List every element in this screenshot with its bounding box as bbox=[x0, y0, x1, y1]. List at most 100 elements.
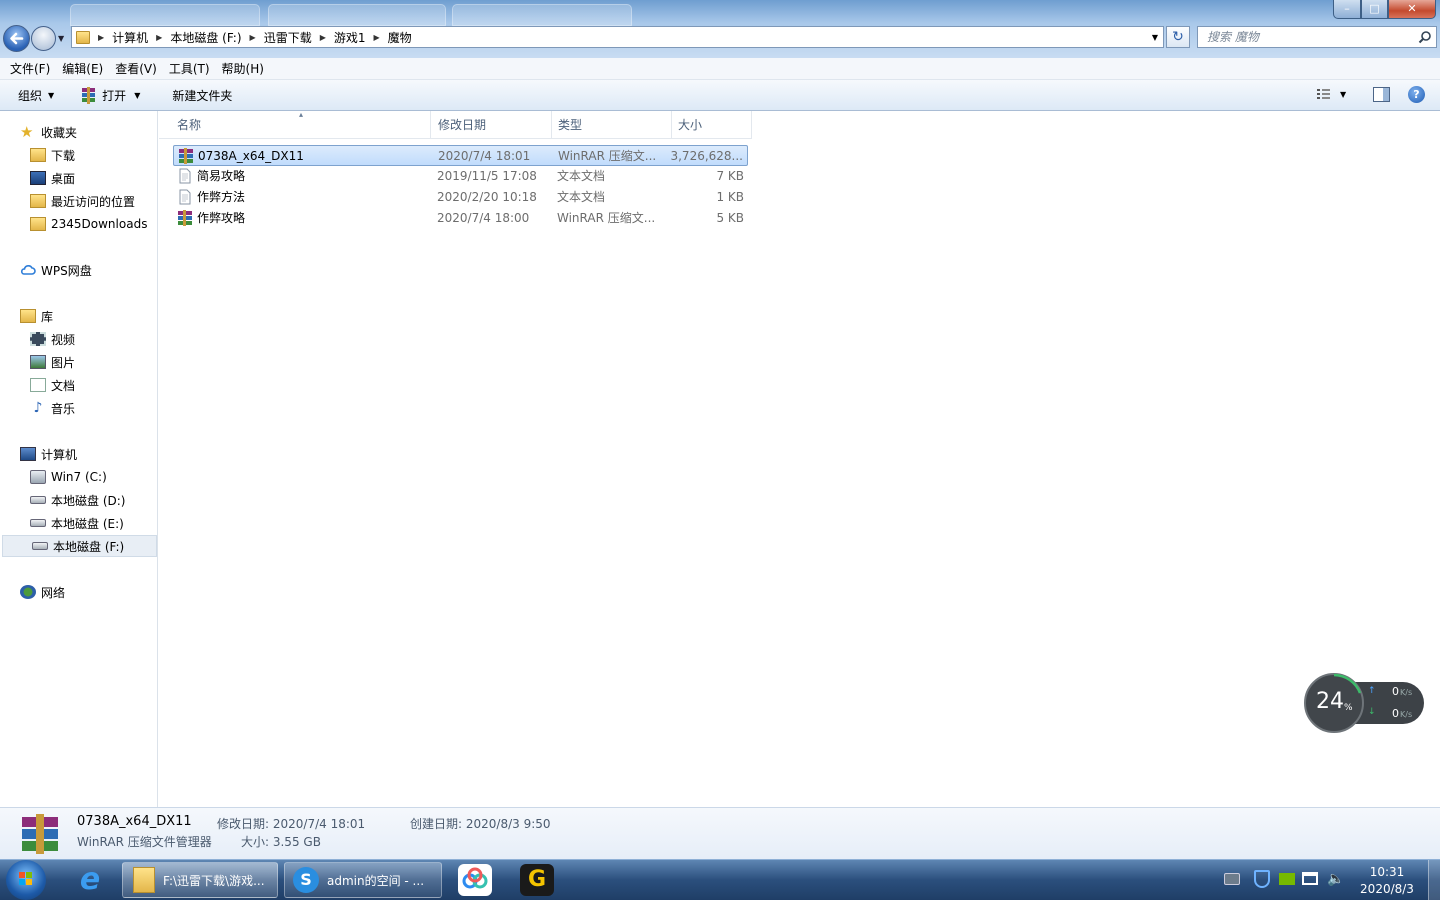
view-options-button[interactable]: ▼ bbox=[1316, 87, 1346, 101]
internet-explorer-icon[interactable]: e bbox=[70, 862, 110, 898]
baidu-netdisk-icon[interactable] bbox=[458, 864, 492, 896]
nvidia-icon[interactable] bbox=[1279, 873, 1295, 885]
address-bar[interactable]: ▶ 计算机 ▶ 本地磁盘 (F:) ▶ 迅雷下载 ▶ 游戏1 ▶ 魔物 ▼ bbox=[71, 26, 1164, 48]
new-folder-button[interactable]: 新建文件夹 bbox=[164, 80, 240, 110]
nav-item-label: Win7 (C:) bbox=[51, 470, 107, 484]
breadcrumb-drive-f[interactable]: 本地磁盘 (F:) bbox=[162, 29, 249, 46]
desktop-icon bbox=[30, 171, 46, 185]
breadcrumb-game1[interactable]: 游戏1 bbox=[326, 29, 374, 46]
maximize-button[interactable]: □ bbox=[1361, 0, 1388, 19]
upload-unit: K/s bbox=[1400, 688, 1413, 697]
volume-icon[interactable]: 🔈 bbox=[1327, 871, 1344, 887]
file-date: 2019/11/5 17:08 bbox=[437, 169, 537, 183]
details-modified: 修改日期: 2020/7/4 18:01 bbox=[217, 817, 366, 831]
taskbar-browser-label: admin的空间 - ... bbox=[327, 873, 425, 888]
recent-pages-dropdown[interactable]: ▼ bbox=[58, 34, 64, 43]
game-launcher-icon[interactable]: G bbox=[520, 864, 554, 896]
taskbar-explorer-label: F:\迅雷下载\游戏... bbox=[163, 873, 265, 888]
back-button[interactable] bbox=[3, 25, 30, 52]
music-note-icon: ♪ bbox=[33, 400, 43, 416]
show-desktop-button[interactable] bbox=[1428, 860, 1440, 900]
system-clock[interactable]: 10:31 2020/8/3 bbox=[1356, 864, 1418, 898]
nav-drive-e[interactable]: 本地磁盘 (E:) bbox=[0, 512, 157, 534]
file-name: 简易攻略 bbox=[197, 169, 246, 183]
file-type: 文本文档 bbox=[557, 169, 606, 183]
keyboard-icon[interactable] bbox=[1224, 873, 1240, 885]
breadcrumb-computer[interactable]: 计算机 bbox=[104, 29, 156, 46]
chevron-down-icon: ▼ bbox=[48, 90, 55, 100]
open-button[interactable]: 打开 ▼ bbox=[72, 80, 148, 110]
nav-item-label: 下载 bbox=[51, 148, 76, 163]
network-speed-widget[interactable]: 24 % ↑ 0 K/s ↓ 0 K/s bbox=[1304, 673, 1424, 733]
nav-computer[interactable]: 计算机 bbox=[0, 443, 157, 465]
file-row[interactable]: 作弊攻略 2020/7/4 18:00 WinRAR 压缩文... 5 KB bbox=[173, 208, 748, 229]
search-icon[interactable] bbox=[1418, 30, 1432, 44]
nav-item-videos[interactable]: 视频 bbox=[0, 328, 157, 350]
back-arrow-icon bbox=[10, 32, 24, 45]
close-button[interactable]: ✕ bbox=[1388, 0, 1436, 19]
breadcrumb-current[interactable]: 魔物 bbox=[380, 29, 420, 46]
network-status-icon[interactable] bbox=[1302, 872, 1318, 885]
details-file-type: WinRAR 压缩文件管理器 bbox=[77, 835, 212, 849]
file-size: 7 KB bbox=[716, 169, 744, 183]
column-header-type[interactable]: 类型 bbox=[552, 111, 672, 139]
address-history-dropdown[interactable]: ▼ bbox=[1152, 33, 1158, 42]
menu-file[interactable]: 文件(F) bbox=[4, 60, 56, 77]
refresh-button[interactable]: ↻ bbox=[1166, 26, 1190, 48]
organize-button[interactable]: 组织 ▼ bbox=[0, 80, 62, 110]
nav-item-label: 2345Downloads bbox=[51, 217, 148, 231]
file-size: 3,726,628... bbox=[670, 149, 743, 163]
taskbar-browser-window[interactable]: S admin的空间 - ... bbox=[284, 862, 442, 898]
security-shield-icon[interactable] bbox=[1254, 870, 1270, 888]
nav-network[interactable]: 网络 bbox=[0, 581, 157, 603]
nav-drive-d[interactable]: 本地磁盘 (D:) bbox=[0, 489, 157, 511]
chevron-down-icon: ▼ bbox=[1340, 89, 1347, 99]
file-row[interactable]: 简易攻略 2019/11/5 17:08 文本文档 7 KB bbox=[173, 166, 748, 187]
file-row[interactable]: 作弊方法 2020/2/20 10:18 文本文档 1 KB bbox=[173, 187, 748, 208]
nav-item-2345downloads[interactable]: 2345Downloads bbox=[0, 213, 157, 235]
nav-item-label: 本地磁盘 (D:) bbox=[51, 493, 126, 508]
menu-help[interactable]: 帮助(H) bbox=[216, 60, 270, 77]
start-button[interactable] bbox=[6, 860, 46, 900]
preview-pane-button[interactable] bbox=[1373, 87, 1390, 102]
nav-item-downloads[interactable]: 下载 bbox=[0, 144, 157, 166]
forward-button[interactable] bbox=[31, 26, 56, 51]
winrar-large-icon bbox=[22, 814, 58, 854]
search-input[interactable]: 搜索 魔物 bbox=[1197, 26, 1437, 48]
nav-item-recent-places[interactable]: 最近访问的位置 bbox=[0, 190, 157, 212]
help-icon[interactable]: ? bbox=[1408, 86, 1425, 103]
nav-favorites[interactable]: ★ 收藏夹 bbox=[0, 121, 157, 143]
file-row[interactable]: 0738A_x64_DX11 2020/7/4 18:01 WinRAR 压缩文… bbox=[173, 145, 748, 166]
taskbar: e F:\迅雷下载\游戏... S admin的空间 - ... G 🔈 10:… bbox=[0, 859, 1440, 900]
minimize-button[interactable]: – bbox=[1333, 0, 1361, 19]
nav-drive-f[interactable]: 本地磁盘 (F:) bbox=[2, 535, 157, 557]
nav-item-label: 本地磁盘 (F:) bbox=[53, 539, 125, 554]
nav-item-pictures[interactable]: 图片 bbox=[0, 351, 157, 373]
column-header-date[interactable]: 修改日期 bbox=[432, 111, 552, 139]
breadcrumb-xunlei[interactable]: 迅雷下载 bbox=[256, 29, 320, 46]
file-name: 作弊攻略 bbox=[197, 211, 246, 225]
network-icon bbox=[20, 585, 36, 599]
nav-item-desktop[interactable]: 桌面 bbox=[0, 167, 157, 189]
menu-tools[interactable]: 工具(T) bbox=[163, 60, 216, 77]
nav-item-music[interactable]: ♪ 音乐 bbox=[0, 397, 157, 419]
download-arrow-icon: ↓ bbox=[1368, 707, 1376, 717]
taskbar-explorer-window[interactable]: F:\迅雷下载\游戏... bbox=[122, 862, 278, 898]
windows-logo-icon bbox=[19, 872, 32, 885]
download-speed: 0 bbox=[1392, 707, 1399, 720]
nav-wps-cloud[interactable]: WPS网盘 bbox=[0, 259, 157, 281]
hard-drive-icon bbox=[30, 519, 46, 527]
nav-libraries-label: 库 bbox=[41, 309, 54, 324]
column-header-size[interactable]: 大小 bbox=[672, 111, 752, 139]
menu-edit[interactable]: 编辑(E) bbox=[56, 60, 109, 77]
hard-drive-icon bbox=[30, 496, 46, 504]
nav-drive-c[interactable]: Win7 (C:) bbox=[0, 466, 157, 488]
file-date: 2020/7/4 18:01 bbox=[438, 149, 531, 163]
nav-libraries[interactable]: 库 bbox=[0, 305, 157, 327]
winrar-archive-icon bbox=[179, 148, 193, 164]
organize-label: 组织 bbox=[18, 88, 43, 103]
column-header-name[interactable]: 名称 ▴ bbox=[171, 110, 431, 139]
nav-item-documents[interactable]: 文档 bbox=[0, 374, 157, 396]
chevron-down-icon: ▼ bbox=[134, 90, 141, 100]
menu-view[interactable]: 查看(V) bbox=[109, 60, 163, 77]
